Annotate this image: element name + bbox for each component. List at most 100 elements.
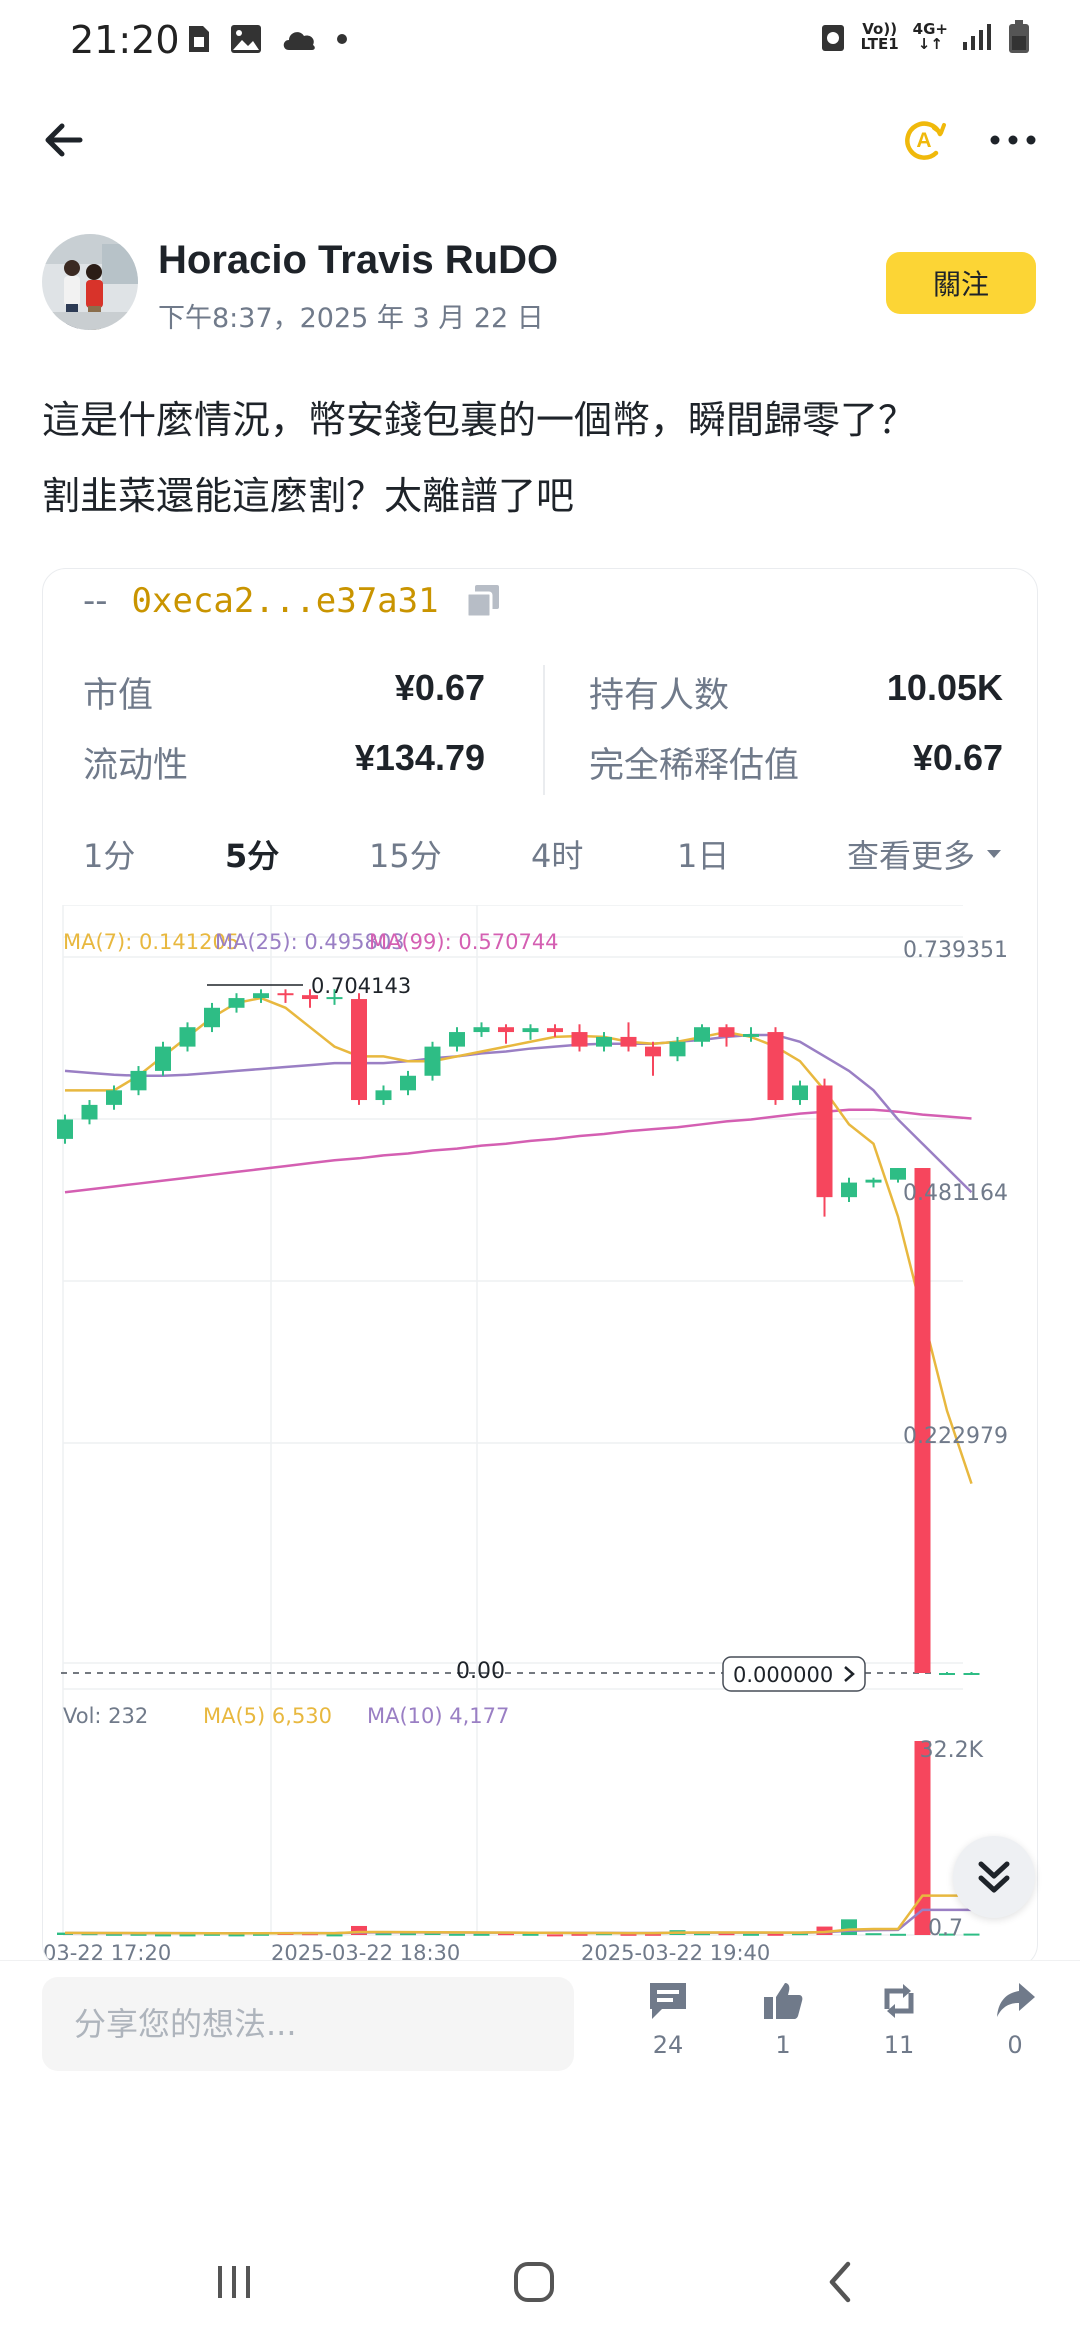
candle bbox=[694, 1024, 710, 1047]
candle bbox=[155, 1041, 171, 1076]
candle-body bbox=[865, 1179, 882, 1183]
tab-4h[interactable]: 4时 bbox=[531, 831, 583, 877]
volume-bar bbox=[179, 1934, 196, 1937]
alarm-icon bbox=[821, 25, 844, 51]
current-price-tag[interactable]: 0.000000 bbox=[722, 1656, 866, 1692]
candle-body bbox=[449, 1032, 465, 1047]
candle bbox=[571, 1024, 588, 1052]
share-icon bbox=[997, 1983, 1035, 2017]
system-icons: Vo)) LTE1 4G+ ↓↑ bbox=[819, 20, 1030, 54]
volume-bar bbox=[963, 1933, 980, 1936]
volume-bar bbox=[449, 1933, 465, 1936]
candle bbox=[963, 1672, 980, 1675]
comment-count: 24 bbox=[652, 2031, 684, 2059]
volume-ma5-legend: MA(5) 6,530 bbox=[203, 1704, 332, 1728]
tab-15m[interactable]: 15分 bbox=[369, 831, 442, 877]
candle-body bbox=[81, 1104, 98, 1120]
tab-1d[interactable]: 1日 bbox=[677, 831, 729, 877]
candle-body bbox=[400, 1075, 416, 1091]
volume-ma5-line bbox=[64, 1894, 972, 1935]
follow-button[interactable]: 關注 bbox=[886, 252, 1036, 314]
ma7-line bbox=[65, 996, 973, 1485]
repost-count: 11 bbox=[883, 2031, 915, 2059]
liquidity-label: 流动性 bbox=[83, 746, 189, 786]
like-button[interactable]: 1 bbox=[743, 1979, 823, 2059]
tab-5m[interactable]: 5分 bbox=[225, 831, 279, 877]
volume-axis-label: 0.7 bbox=[928, 1916, 963, 1941]
system-navigation-bar bbox=[0, 2230, 1080, 2340]
candle-body bbox=[718, 1027, 735, 1037]
token-address[interactable]: 0xeca2...e37a31 bbox=[132, 581, 439, 621]
more-options-button[interactable] bbox=[985, 118, 1041, 162]
post-timestamp: 下午8:37，2025 年 3 月 22 日 bbox=[158, 303, 544, 334]
home-icon[interactable] bbox=[512, 2260, 556, 2304]
candle-body bbox=[669, 1041, 686, 1057]
translate-button[interactable]: A bbox=[900, 116, 948, 164]
author-avatar[interactable] bbox=[42, 234, 138, 330]
high-marker-label: 0.704143 bbox=[311, 974, 411, 998]
share-button[interactable]: 0 bbox=[975, 1979, 1055, 2059]
candle bbox=[277, 989, 294, 1003]
scroll-down-button[interactable] bbox=[953, 1836, 1035, 1918]
candle bbox=[939, 1672, 955, 1675]
fdv-value: ¥0.67 bbox=[912, 737, 1003, 778]
candle-body bbox=[841, 1182, 857, 1198]
copy-icon[interactable] bbox=[463, 581, 503, 621]
volume-bars bbox=[57, 1741, 980, 1937]
back-nav-icon[interactable] bbox=[820, 2260, 860, 2304]
volume-bar bbox=[522, 1933, 539, 1936]
volume-bar bbox=[890, 1933, 906, 1936]
comment-input[interactable] bbox=[42, 1977, 574, 2071]
volte-indicator: Vo)) LTE1 bbox=[860, 20, 899, 53]
volume-bar bbox=[547, 1934, 563, 1937]
candle bbox=[449, 1027, 465, 1052]
candle-body bbox=[816, 1085, 833, 1198]
candle bbox=[718, 1024, 735, 1047]
candle-body bbox=[571, 1032, 588, 1047]
candle bbox=[547, 1024, 563, 1037]
candle bbox=[375, 1085, 392, 1105]
status-time: 21:20 bbox=[70, 18, 180, 62]
volume-axis-label: 32.2K bbox=[920, 1738, 984, 1763]
recent-apps-icon[interactable] bbox=[212, 2260, 256, 2304]
volume-ma-lines bbox=[64, 1894, 972, 1935]
volume-ma10-legend: MA(10) 4,177 bbox=[367, 1704, 509, 1728]
author-name[interactable]: Horacio Travis RuDO bbox=[158, 238, 558, 283]
candle bbox=[204, 1002, 220, 1033]
candle bbox=[620, 1022, 637, 1052]
back-button[interactable] bbox=[40, 118, 90, 162]
tab-1m[interactable]: 1分 bbox=[83, 831, 135, 877]
market-cap-value: ¥0.67 bbox=[394, 667, 485, 708]
candle bbox=[914, 1168, 931, 1673]
volume-legend: Vol: 232 bbox=[63, 1704, 148, 1728]
candle-body bbox=[106, 1090, 122, 1105]
candle bbox=[767, 1027, 784, 1105]
view-more-dropdown[interactable]: 查看更多 bbox=[847, 831, 1003, 877]
candle-body bbox=[620, 1036, 637, 1047]
candle-body bbox=[914, 1168, 931, 1673]
candle-body bbox=[890, 1168, 906, 1180]
translate-icon: A bbox=[905, 121, 946, 160]
like-count: 1 bbox=[775, 2031, 791, 2059]
thumbs-up-icon bbox=[764, 1983, 803, 2019]
ma25-line bbox=[64, 1033, 973, 1194]
candles bbox=[57, 989, 980, 1675]
signal-icon bbox=[963, 24, 991, 50]
price-axis-label: 0.481164 bbox=[903, 1181, 1008, 1206]
network-type-indicator: 4G+ ↓↑ bbox=[912, 20, 948, 53]
repost-icon bbox=[884, 1984, 914, 2018]
candle-body bbox=[522, 1028, 539, 1033]
token-card[interactable]: -- 0xeca2...e37a31 市值 ¥0.67 流动性 ¥134.79 … bbox=[42, 568, 1038, 1968]
post-content: 這是什麼情況，幣安錢包裏的一個幣，瞬間歸零了？ 割韭菜還能這麼割？太離譜了吧 bbox=[42, 382, 1042, 534]
comment-button[interactable]: 24 bbox=[628, 1979, 708, 2059]
volume-bar bbox=[914, 1741, 931, 1935]
sim-card-icon bbox=[189, 26, 209, 52]
candle bbox=[424, 1041, 441, 1081]
volume-bar bbox=[326, 1934, 343, 1937]
volume-bar bbox=[743, 1933, 759, 1936]
candlestick-chart[interactable]: MA(7): 0.141205 MA(25): 0.495803 MA(99):… bbox=[43, 905, 1038, 1965]
ma-lines bbox=[64, 996, 973, 1485]
candle-body bbox=[228, 998, 245, 1008]
repost-button[interactable]: 11 bbox=[859, 1979, 939, 2059]
candle bbox=[179, 1022, 196, 1052]
